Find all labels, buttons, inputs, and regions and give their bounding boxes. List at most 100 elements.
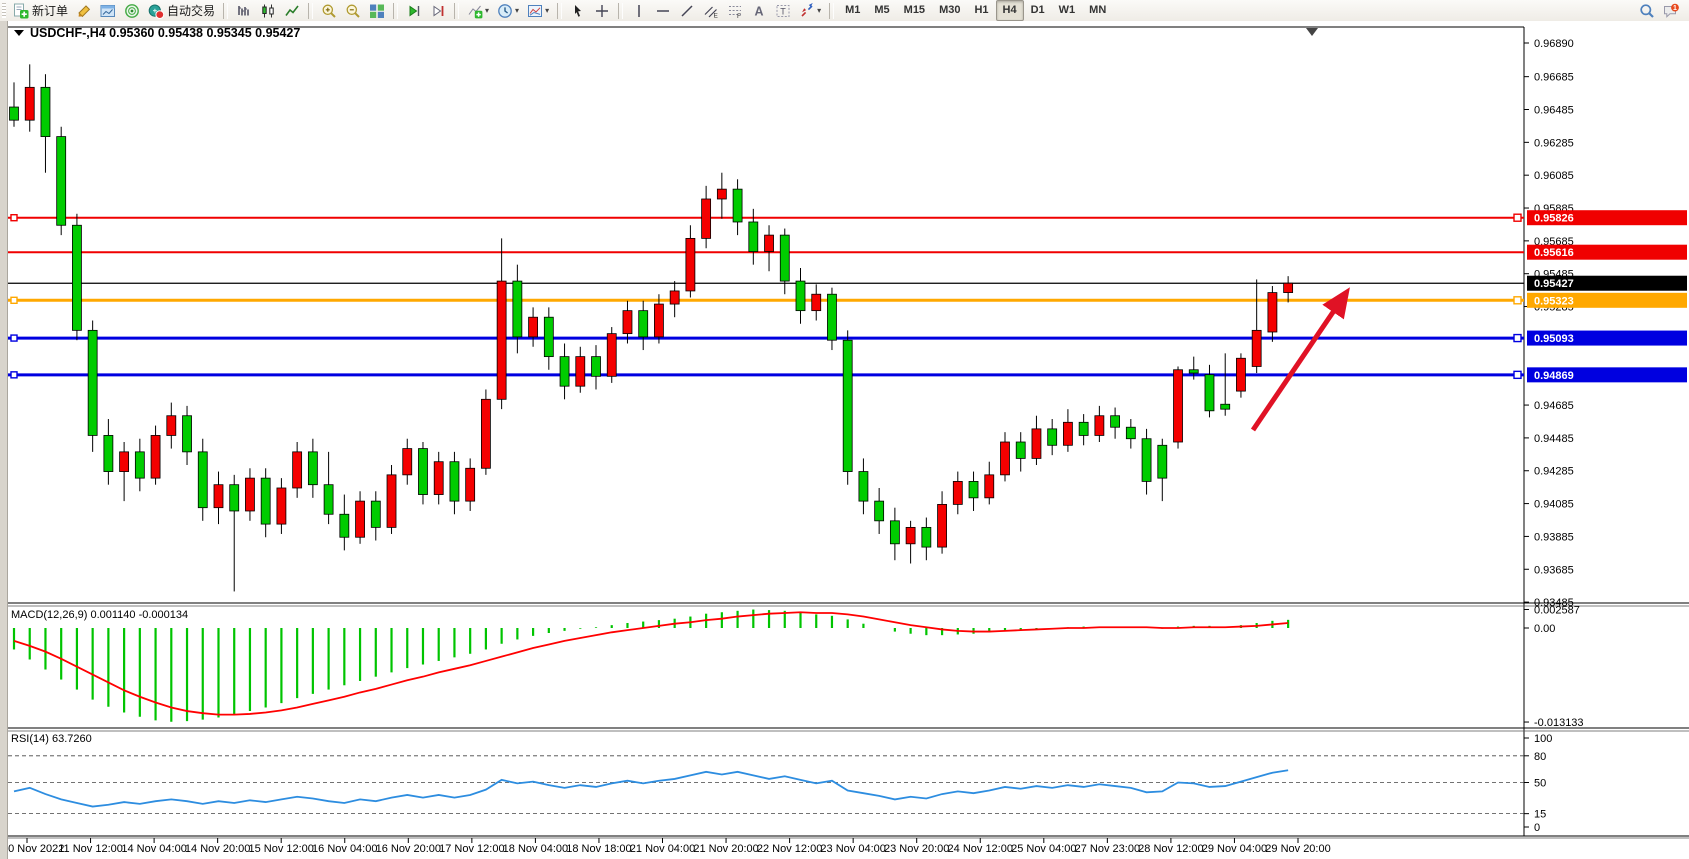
tab-timeframe-m30[interactable]: M30 [932, 0, 967, 21]
trend-arrow-annotation[interactable] [1253, 293, 1346, 430]
candle-body [875, 501, 884, 521]
line-chart-button[interactable] [280, 0, 304, 21]
line-anchor-handle[interactable] [11, 297, 17, 303]
candle-body [481, 399, 490, 468]
chart-shift-button[interactable] [402, 0, 426, 21]
candle-body [403, 449, 412, 475]
auto-scroll-button[interactable] [426, 0, 450, 21]
candle-body [88, 330, 97, 435]
time-axis-label: 17 Nov 12:00 [439, 843, 504, 855]
line-anchor-handle[interactable] [11, 335, 17, 341]
tab-timeframe-h1[interactable]: H1 [967, 0, 995, 21]
price-line-badge-value: 0.95616 [1534, 247, 1574, 259]
time-axis-label: 29 Nov 04:00 [1202, 843, 1267, 855]
candle [1111, 408, 1120, 439]
fibonacci-button[interactable]: F [723, 0, 747, 21]
tab-timeframe-mn[interactable]: MN [1082, 0, 1113, 21]
line-anchor-handle[interactable] [1514, 214, 1521, 221]
chevron-down-icon[interactable]: ▾ [515, 6, 519, 15]
svg-text:T: T [780, 6, 786, 16]
toolbar-separator [454, 3, 459, 19]
chart-shift-marker[interactable] [1306, 28, 1318, 36]
market-watch-button[interactable] [96, 0, 120, 21]
candle-body [969, 481, 978, 497]
chevron-down-icon[interactable]: ▾ [545, 6, 549, 15]
candle-body [1048, 429, 1057, 445]
candle-body [1000, 442, 1009, 475]
time-axis-label: 11 Nov 12:00 [58, 843, 123, 855]
tab-timeframe-d1[interactable]: D1 [1024, 0, 1052, 21]
price-chart-canvas[interactable]: 0.968900.966850.964850.962850.960850.958… [0, 21, 1689, 859]
candle [1205, 365, 1214, 418]
crosshair-button[interactable] [590, 0, 614, 21]
candle [41, 74, 50, 173]
tab-timeframe-h4[interactable]: H4 [996, 0, 1024, 21]
toolbar-right-group: 1 [1635, 0, 1683, 21]
candle [560, 343, 569, 399]
tab-timeframe-w1[interactable]: W1 [1052, 0, 1083, 21]
svg-text:1: 1 [1673, 5, 1677, 12]
svg-text:F: F [737, 13, 741, 19]
price-tick-label: 0.94685 [1534, 400, 1574, 412]
bar-chart-button[interactable] [232, 0, 256, 21]
symbol-dropdown-icon[interactable] [14, 30, 24, 36]
candle [72, 214, 81, 340]
autotrade-button[interactable]: 自动交易 [144, 0, 219, 21]
publish-button[interactable] [72, 0, 96, 21]
candle [953, 472, 962, 515]
candle-body [25, 87, 34, 120]
zoom-in-button[interactable] [317, 0, 341, 21]
line-anchor-handle[interactable] [11, 215, 17, 221]
periods-button[interactable]: ▾ [493, 0, 523, 21]
signals-button[interactable] [120, 0, 144, 21]
cursor-button[interactable] [566, 0, 590, 21]
notifications-button[interactable]: 1 [1659, 0, 1683, 21]
vertical-line-button[interactable] [627, 0, 651, 21]
time-axis-label: 18 Nov 18:00 [566, 843, 631, 855]
text-label-button[interactable]: T [771, 0, 795, 21]
horizontal-line-button[interactable] [651, 0, 675, 21]
candlestick-chart-button[interactable] [256, 0, 280, 21]
candle [403, 439, 412, 485]
new-order-button[interactable]: 新订单 [9, 0, 72, 21]
candle [1221, 353, 1230, 415]
toolbar-drag-handle[interactable] [2, 3, 6, 18]
search-button[interactable] [1635, 0, 1659, 21]
tab-timeframe-m1[interactable]: M1 [838, 0, 867, 21]
candle [906, 521, 915, 564]
chart-window[interactable]: 0.968900.966850.964850.962850.960850.958… [0, 21, 1689, 859]
tile-windows-button[interactable] [365, 0, 389, 21]
chart-title: USDCHF-,H4 0.95360 0.95438 0.95345 0.954… [30, 26, 300, 40]
candle-body [1063, 422, 1072, 445]
time-axis-label: 10 Nov 2022 [2, 843, 64, 855]
candle-body [717, 189, 726, 199]
line-anchor-handle[interactable] [1514, 297, 1521, 304]
toolbar-separator [393, 3, 398, 19]
candle [733, 179, 742, 235]
chevron-down-icon[interactable]: ▾ [485, 6, 489, 15]
svg-text:A: A [755, 4, 764, 18]
indicators-button[interactable]: ▾ [463, 0, 493, 21]
candle-body [812, 294, 821, 310]
chart-shift-icon [406, 3, 422, 19]
tab-timeframe-m5[interactable]: M5 [867, 0, 896, 21]
candle-body [1221, 404, 1230, 409]
candle [450, 452, 459, 514]
line-anchor-handle[interactable] [1514, 371, 1521, 378]
chevron-down-icon[interactable]: ▾ [817, 6, 821, 15]
arrows-button[interactable]: ▾ [795, 0, 825, 21]
candle [120, 442, 129, 501]
candle-body [1268, 293, 1277, 332]
tab-timeframe-m15[interactable]: M15 [897, 0, 932, 21]
line-anchor-handle[interactable] [11, 372, 17, 378]
horizontal-line-icon [655, 3, 671, 19]
candle [387, 465, 396, 534]
text-button[interactable]: A [747, 0, 771, 21]
periods-icon [497, 3, 513, 19]
trendline-button[interactable] [675, 0, 699, 21]
candle-body [843, 340, 852, 471]
line-anchor-handle[interactable] [1514, 335, 1521, 342]
equidistant-channel-button[interactable]: E [699, 0, 723, 21]
zoom-out-button[interactable] [341, 0, 365, 21]
templates-button[interactable]: ▾ [523, 0, 553, 21]
